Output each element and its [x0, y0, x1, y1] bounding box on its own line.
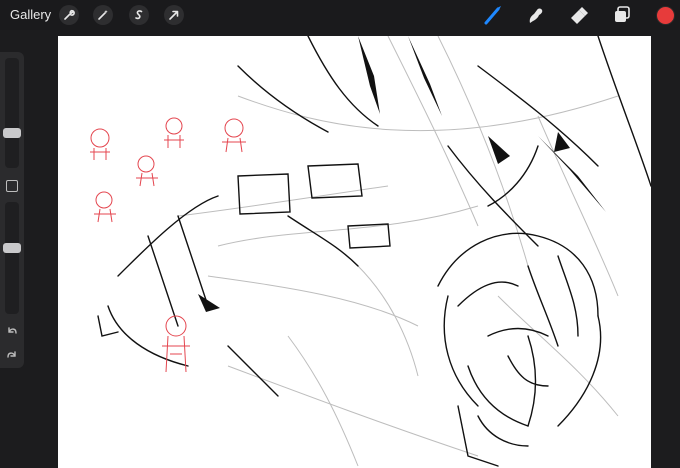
- ink-lines: [97, 36, 651, 467]
- color-swatch[interactable]: [656, 6, 675, 25]
- redo-icon[interactable]: [5, 348, 19, 362]
- layers-icon[interactable]: [611, 4, 633, 26]
- selection-icon[interactable]: [129, 5, 149, 25]
- left-sidebar: [0, 52, 24, 368]
- brush-size-slider[interactable]: [3, 58, 21, 168]
- opacity-thumb[interactable]: [3, 243, 21, 253]
- smudge-icon[interactable]: [525, 4, 547, 26]
- top-toolbar: Gallery: [0, 0, 680, 30]
- brush-icon[interactable]: [482, 4, 504, 26]
- drawing-canvas[interactable]: [58, 36, 651, 468]
- actions-icon[interactable]: [59, 5, 79, 25]
- adjustments-icon[interactable]: [93, 5, 113, 25]
- eraser-icon[interactable]: [568, 4, 590, 26]
- sketch-artwork: [90, 36, 651, 467]
- transform-icon[interactable]: [164, 5, 184, 25]
- ink-shadows: [198, 36, 606, 312]
- undo-icon[interactable]: [5, 324, 19, 338]
- gallery-button[interactable]: Gallery: [10, 7, 51, 23]
- construction-lines: [177, 36, 619, 467]
- opacity-slider[interactable]: [3, 202, 21, 314]
- modify-button[interactable]: [6, 180, 18, 192]
- brush-size-thumb[interactable]: [3, 128, 21, 138]
